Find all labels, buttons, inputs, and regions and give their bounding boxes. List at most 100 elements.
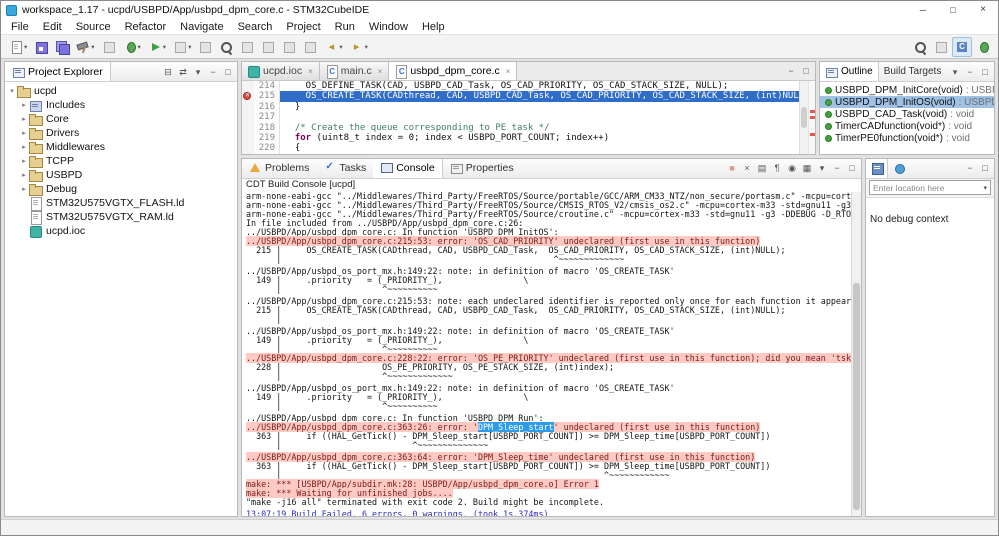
menu-search[interactable]: Search bbox=[231, 21, 280, 33]
next-annotation-button[interactable] bbox=[258, 37, 278, 57]
close-window-button[interactable]: × bbox=[968, 1, 998, 19]
outline-item-timerpe0function-void[interactable]: TimerPE0function(void*) : void bbox=[820, 132, 994, 144]
console-scrollbar-thumb[interactable] bbox=[853, 283, 860, 510]
tree-expand-arrow-icon[interactable]: ▸ bbox=[19, 157, 29, 165]
tree-item-tcpp[interactable]: ▸TCPP bbox=[5, 154, 237, 168]
editor-code-line[interactable]: for (uint8_t index = 0; index < USBPD_PO… bbox=[280, 133, 815, 143]
collapse-all-button[interactable]: ⊟ bbox=[161, 65, 175, 79]
tree-expand-arrow-icon[interactable]: ▸ bbox=[19, 115, 29, 123]
run-button[interactable]: ▾ bbox=[145, 37, 169, 57]
outline-item-usbpd-dpm-initos-void[interactable]: USBPD_DPM_InitOS(void) : USBPD_StatusTy bbox=[820, 96, 994, 108]
maximize-button[interactable]: □ bbox=[845, 161, 859, 175]
overview-ruler[interactable] bbox=[808, 81, 815, 154]
close-tab-icon[interactable]: × bbox=[506, 67, 511, 76]
tree-item-core[interactable]: ▸Core bbox=[5, 112, 237, 126]
menu-run[interactable]: Run bbox=[328, 21, 362, 33]
minimize-button[interactable]: − bbox=[963, 161, 977, 175]
toggle-mark-occurrences-button[interactable] bbox=[237, 37, 257, 57]
view-menu-button[interactable]: ▾ bbox=[191, 65, 205, 79]
error-annotation-mark[interactable] bbox=[810, 110, 815, 113]
tree-item-debug[interactable]: ▸Debug bbox=[5, 182, 237, 196]
tree-item-includes[interactable]: ▸Includes bbox=[5, 98, 237, 112]
project-explorer-tab[interactable]: Project Explorer bbox=[5, 62, 111, 81]
location-dropdown-icon[interactable]: ▾ bbox=[983, 184, 987, 192]
back-button[interactable]: ◂▾ bbox=[321, 37, 345, 57]
minimize-button[interactable]: − bbox=[206, 65, 220, 79]
open-element-button[interactable] bbox=[195, 37, 215, 57]
editor-code-line[interactable]: OS_DEFINE_TASK(CAD, USBPD_CAD_Task, OS_C… bbox=[280, 81, 815, 91]
link-with-editor-button[interactable]: ⇄ bbox=[176, 65, 190, 79]
breakpoints-tab[interactable] bbox=[888, 159, 910, 178]
tab-tasks[interactable]: Tasks bbox=[316, 159, 373, 178]
tree-item-middlewares[interactable]: ▸Middlewares bbox=[5, 140, 237, 154]
forward-button[interactable]: ▸▾ bbox=[347, 37, 371, 57]
editor-marker-gutter[interactable] bbox=[242, 123, 254, 133]
cpp-perspective-button[interactable] bbox=[952, 37, 972, 57]
outline-item-usbpd-cad-task-void[interactable]: USBPD_CAD_Task(void) : void bbox=[820, 108, 994, 120]
console-output[interactable]: arm-none-eabi-gcc "../Middlewares/Third_… bbox=[242, 191, 861, 516]
tab-properties[interactable]: Properties bbox=[443, 159, 521, 178]
editor-scrollbar[interactable] bbox=[799, 81, 808, 154]
console-scrollbar[interactable] bbox=[851, 192, 861, 516]
quick-search-button[interactable] bbox=[910, 37, 930, 57]
editor-marker-gutter[interactable] bbox=[242, 133, 254, 143]
editor-code-line[interactable]: { bbox=[280, 143, 815, 153]
open-console-button[interactable]: ▦ bbox=[800, 161, 814, 175]
search-button[interactable] bbox=[216, 37, 236, 57]
tree-expand-arrow-icon[interactable]: ▸ bbox=[19, 143, 29, 151]
minimize-window-button[interactable]: ─ bbox=[908, 1, 938, 19]
clear-console-button[interactable]: ▤ bbox=[755, 161, 769, 175]
minimize-button[interactable]: − bbox=[963, 65, 977, 79]
tree-collapse-arrow-icon[interactable]: ▾ bbox=[7, 87, 17, 95]
view-menu-button[interactable]: ▾ bbox=[948, 65, 962, 79]
menu-navigate[interactable]: Navigate bbox=[173, 21, 230, 33]
tab-problems[interactable]: Problems bbox=[242, 159, 316, 178]
tree-item-ucpd[interactable]: ▾ucpd bbox=[5, 84, 237, 98]
editor-tab-main-c[interactable]: main.c× bbox=[320, 62, 390, 80]
debug-perspective-button[interactable] bbox=[973, 37, 993, 57]
error-annotation-mark[interactable] bbox=[810, 116, 815, 119]
maximize-window-button[interactable]: □ bbox=[938, 1, 968, 19]
editor-code-line[interactable]: } bbox=[280, 102, 815, 112]
tree-item-drivers[interactable]: ▸Drivers bbox=[5, 126, 237, 140]
tree-item-usbpd[interactable]: ▸USBPD bbox=[5, 168, 237, 182]
tree-expand-arrow-icon[interactable]: ▸ bbox=[19, 171, 29, 179]
previous-annotation-button[interactable] bbox=[279, 37, 299, 57]
save-button[interactable] bbox=[31, 37, 51, 57]
menu-project[interactable]: Project bbox=[279, 21, 327, 33]
tab-console[interactable]: Console bbox=[373, 159, 443, 178]
close-tab-icon[interactable]: × bbox=[308, 67, 313, 76]
last-edit-location-button[interactable] bbox=[300, 37, 320, 57]
debug-button[interactable]: ▾ bbox=[120, 37, 144, 57]
menu-file[interactable]: File bbox=[4, 21, 36, 33]
new-c-project-button[interactable] bbox=[99, 37, 119, 57]
editor-code-line[interactable] bbox=[280, 112, 815, 122]
editor-marker-gutter[interactable] bbox=[242, 91, 254, 101]
tab-outline[interactable]: Outline bbox=[820, 62, 879, 81]
location-input[interactable]: Enter location here ▾ bbox=[869, 180, 991, 195]
code-editor[interactable]: 214 OS_DEFINE_TASK(CAD, USBPD_CAD_Task, … bbox=[242, 81, 815, 154]
maximize-button[interactable]: □ bbox=[978, 161, 992, 175]
editor-scrollbar-thumb[interactable] bbox=[801, 107, 807, 127]
open-perspective-button[interactable] bbox=[931, 37, 951, 57]
editor-marker-gutter[interactable] bbox=[242, 81, 254, 91]
editor-code-line[interactable]: /* Create the queue corresponding to PE … bbox=[280, 123, 815, 133]
pin-console-button[interactable]: ◉ bbox=[785, 161, 799, 175]
editor-tab-ucpd-ioc[interactable]: ucpd.ioc× bbox=[242, 62, 320, 80]
tree-expand-arrow-icon[interactable]: ▸ bbox=[19, 185, 29, 193]
minimize-button[interactable]: − bbox=[830, 161, 844, 175]
maximize-button[interactable]: □ bbox=[978, 65, 992, 79]
menu-edit[interactable]: Edit bbox=[36, 21, 69, 33]
close-tab-icon[interactable]: × bbox=[378, 67, 383, 76]
editor-marker-gutter[interactable] bbox=[242, 143, 254, 153]
tree-item-stm32u575vgtx-flash-ld[interactable]: STM32U575VGTX_FLASH.ld bbox=[5, 196, 237, 210]
outline-item-timercadfunction-void[interactable]: TimerCADfunction(void*) : void bbox=[820, 120, 994, 132]
save-all-button[interactable] bbox=[52, 37, 72, 57]
tree-item-ucpd-ioc[interactable]: ucpd.ioc bbox=[5, 224, 237, 238]
menu-window[interactable]: Window bbox=[362, 21, 415, 33]
remove-launch-button[interactable]: × bbox=[740, 161, 754, 175]
tab-build-targets[interactable]: Build Targets bbox=[879, 62, 947, 81]
menu-help[interactable]: Help bbox=[415, 21, 452, 33]
editor-tab-usbpd-dpm-core-c[interactable]: usbpd_dpm_core.c× bbox=[389, 62, 517, 80]
menu-refactor[interactable]: Refactor bbox=[118, 21, 174, 33]
